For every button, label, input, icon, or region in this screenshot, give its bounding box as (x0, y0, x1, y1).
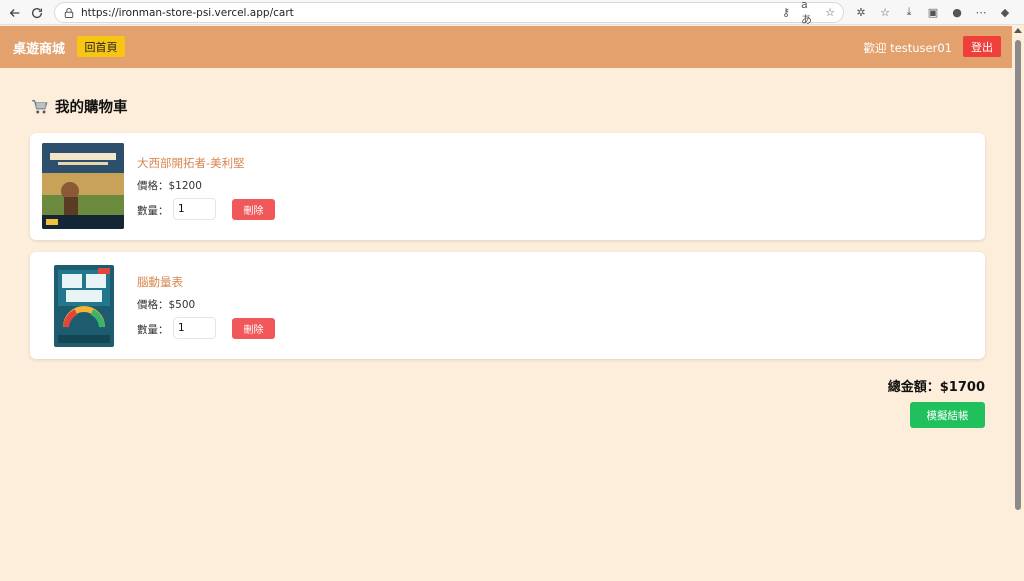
product-image[interactable] (54, 265, 114, 347)
cart-item: 大西部開拓者-美利堅 價格：$1200 數量： 刪除 (30, 133, 985, 240)
downloads-icon[interactable]: ⤓ (900, 3, 918, 21)
logout-button[interactable]: 登出 (963, 36, 1001, 57)
more-menu-icon[interactable]: ⋯ (972, 3, 990, 21)
cart-item: 腦動量表 價格：$500 數量： 刪除 (30, 252, 985, 359)
delete-button[interactable]: 刪除 (232, 318, 275, 339)
quantity-label: 數量： (137, 324, 169, 336)
site-header: 桌遊商城 回首頁 歡迎 testuser01 登出 (0, 26, 1012, 68)
scroll-up-arrow-icon[interactable] (1014, 28, 1022, 33)
page-heading: 我的購物車 (55, 100, 128, 116)
page-title: 我的購物車 (31, 96, 128, 117)
shopping-cart-icon (31, 98, 49, 116)
brand-logo[interactable]: 桌遊商城 (13, 38, 65, 57)
read-aloud-icon[interactable]: aあ (801, 0, 815, 26)
item-price: 價格：$500 (137, 299, 196, 311)
page-scrollbar[interactable] (1012, 26, 1024, 581)
scroll-thumb[interactable] (1015, 40, 1021, 510)
quantity-input[interactable] (173, 198, 216, 220)
home-button[interactable]: 回首頁 (77, 36, 125, 57)
quantity-input[interactable] (173, 317, 216, 339)
copilot-icon[interactable]: ◆ (996, 3, 1014, 21)
product-image[interactable] (42, 143, 124, 229)
address-bar[interactable]: https://ironman-store-psi.vercel.app/car… (54, 0, 844, 26)
item-name[interactable]: 大西部開拓者-美利堅 (137, 155, 245, 171)
item-name[interactable]: 腦動量表 (137, 274, 183, 290)
quantity-label: 數量： (137, 205, 169, 217)
welcome-text: 歡迎 testuser01 (863, 41, 952, 55)
reload-icon[interactable] (26, 2, 48, 24)
profile-avatar-icon[interactable]: ● (948, 3, 966, 21)
site-info-icon[interactable] (63, 7, 75, 19)
checkout-button[interactable]: 模擬結帳 (910, 402, 985, 428)
browser-toolbar: https://ironman-store-psi.vercel.app/car… (0, 0, 1024, 26)
back-icon[interactable] (4, 2, 26, 24)
favorite-star-icon[interactable]: ☆ (823, 5, 837, 19)
item-price: 價格：$1200 (137, 180, 202, 192)
favorites-icon[interactable]: ☆ (876, 3, 894, 21)
cart-total: 總金額：$1700 (887, 380, 985, 395)
extensions-icon[interactable]: ✲ (852, 3, 870, 21)
collections-icon[interactable]: ▣ (924, 3, 942, 21)
key-icon[interactable]: ⚷ (779, 5, 793, 19)
url-text[interactable]: https://ironman-store-psi.vercel.app/car… (81, 7, 294, 19)
delete-button[interactable]: 刪除 (232, 199, 275, 220)
